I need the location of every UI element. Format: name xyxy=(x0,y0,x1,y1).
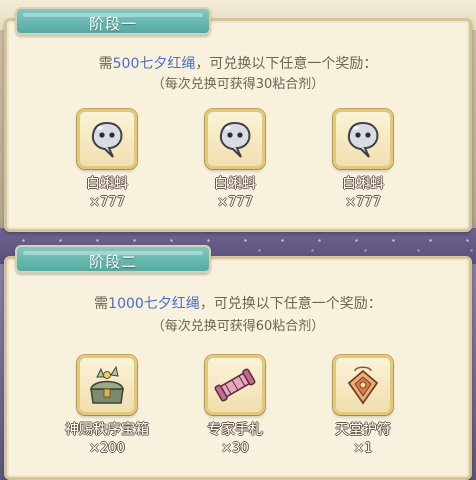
stage-1-panel: 阶段一 需500七夕红绳，可兑换以下任意一个奖励： （每次兑换可获得30粘合剂）… xyxy=(4,7,472,232)
stage-2-reward-2[interactable]: 专家手札 ×30 xyxy=(189,355,281,456)
scroll-icon xyxy=(214,368,256,402)
reward-quantity: ×777 xyxy=(345,195,381,210)
reward-name: 白蝌蚪 xyxy=(86,176,128,192)
reward-quantity: ×777 xyxy=(217,195,253,210)
reward-slot[interactable] xyxy=(333,109,393,169)
stage-1-rule-prefix: 需 xyxy=(98,56,113,72)
stage-1-cost: 500七夕红绳 xyxy=(112,56,196,72)
stage-1-title: 阶段一 xyxy=(88,15,137,33)
stage-1-bonus-note: （每次兑换可获得30粘合剂） xyxy=(151,77,325,92)
reward-slot[interactable] xyxy=(77,109,137,169)
stage-2-reward-1[interactable]: 神赐秩序宝箱 ×200 xyxy=(61,355,153,456)
stage-2-rule-suffix: ，可兑换以下任意一个奖励： xyxy=(199,296,382,312)
stage-1-requirement: 需500七夕红绳，可兑换以下任意一个奖励： xyxy=(7,53,469,73)
stage-2-rule-prefix: 需 xyxy=(94,296,109,312)
reward-name: 天堂护符 xyxy=(335,422,391,438)
reward-quantity: ×30 xyxy=(221,441,249,456)
stage-1-rule-suffix: ，可兑换以下任意一个奖励： xyxy=(195,56,378,72)
stage-1-reward-1[interactable]: 白蝌蚪 ×777 xyxy=(61,109,153,210)
reward-quantity: ×1 xyxy=(353,441,373,456)
reward-name: 神赐秩序宝箱 xyxy=(65,422,149,438)
reward-slot[interactable] xyxy=(77,355,137,415)
reward-slot[interactable] xyxy=(333,355,393,415)
stage-2-requirement: 需1000七夕红绳，可兑换以下任意一个奖励： xyxy=(7,293,469,313)
stage-2-cost: 1000七夕红绳 xyxy=(108,296,200,312)
treasure-chest-icon xyxy=(90,365,124,404)
stage-1-reward-3[interactable]: 白蝌蚪 ×777 xyxy=(317,109,409,210)
reward-quantity: ×200 xyxy=(89,441,125,456)
reward-slot[interactable] xyxy=(205,109,265,169)
reward-name: 白蝌蚪 xyxy=(342,176,384,192)
reward-name: 白蝌蚪 xyxy=(214,176,256,192)
amulet-icon xyxy=(347,366,379,405)
reward-slot[interactable] xyxy=(205,355,265,415)
tadpole-icon xyxy=(91,121,123,158)
reward-quantity: ×777 xyxy=(89,195,125,210)
tadpole-icon xyxy=(219,121,251,158)
stage-2-title: 阶段二 xyxy=(88,253,137,271)
reward-name: 专家手札 xyxy=(207,422,263,438)
stage-2-tab: 阶段二 xyxy=(15,245,211,273)
stage-1-reward-2[interactable]: 白蝌蚪 ×777 xyxy=(189,109,281,210)
stage-2-bonus-note: （每次兑换可获得60粘合剂） xyxy=(151,319,325,334)
stage-2-reward-3[interactable]: 天堂护符 ×1 xyxy=(317,355,409,456)
stage-1-tab: 阶段一 xyxy=(15,7,211,35)
stage-2-panel: 阶段二 需1000七夕红绳，可兑换以下任意一个奖励： （每次兑换可获得60粘合剂… xyxy=(4,245,472,480)
tadpole-icon xyxy=(347,121,379,158)
